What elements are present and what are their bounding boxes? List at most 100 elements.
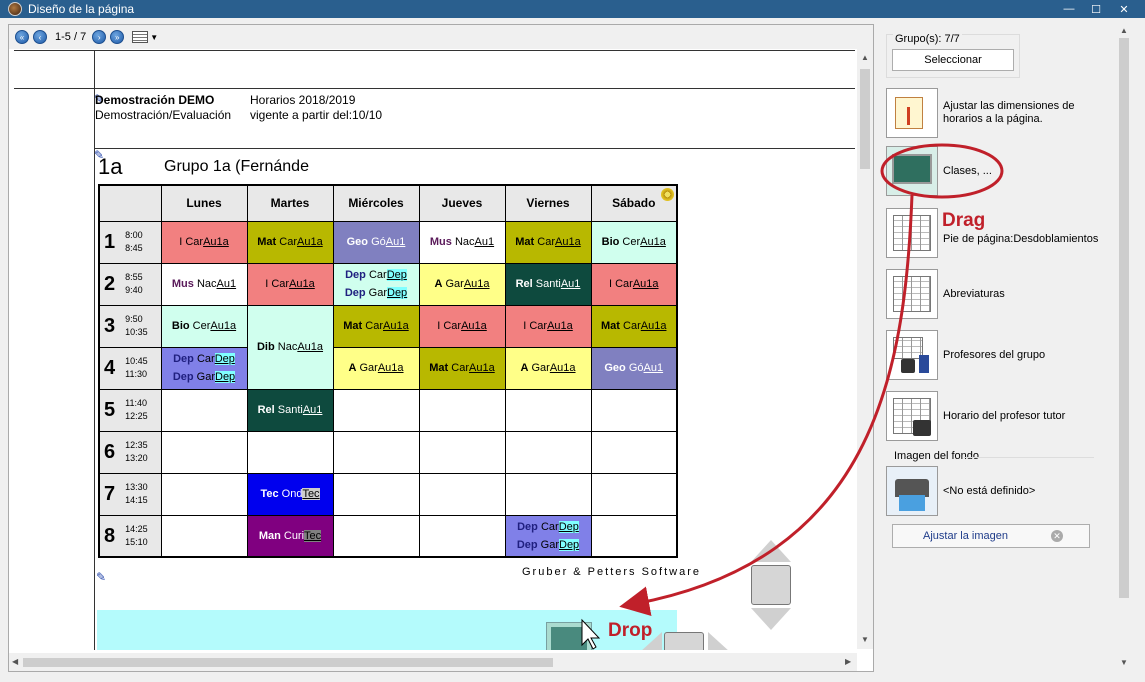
lesson-cell[interactable]: Mus NacAu1 [418,220,506,264]
lesson-cell[interactable] [418,514,506,558]
lesson-cell[interactable] [504,388,592,432]
lesson-cell[interactable]: Rel SantiAu1 [246,388,334,432]
lesson-cell[interactable] [332,430,420,474]
panel-item-abbreviations[interactable]: Abreviaturas [886,269,1111,319]
lesson-cell[interactable]: I CarAu1a [160,220,248,264]
lesson-room: Au1a [555,236,581,248]
lesson-cell[interactable] [418,430,506,474]
lesson-cell[interactable]: Mat CarAu1a [332,304,420,348]
maximize-button[interactable]: ☐ [1082,0,1110,18]
lesson-cell[interactable]: Mat CarAu1a [246,220,334,264]
lesson-cell[interactable] [504,472,592,516]
horizontal-position-handle[interactable] [664,632,704,650]
lesson-entry: Bio CerAu1a [162,317,246,335]
lesson-cell[interactable] [418,388,506,432]
panel-item-group-teachers[interactable]: Profesores del grupo [886,330,1111,380]
lesson-cell[interactable]: Bio CerAu1a [590,220,678,264]
lesson-cell[interactable] [590,472,678,516]
lesson-cell[interactable]: A GarAu1a [332,346,420,390]
lesson-cell[interactable] [246,430,334,474]
lesson-cell[interactable]: I CarAu1a [590,262,678,306]
lesson-teacher: Cer [622,236,641,248]
next-page-icon[interactable]: › [92,30,107,44]
lesson-cell[interactable]: Rel SantiAu1 [504,262,592,306]
page-position-handle[interactable] [751,565,791,605]
lesson-entry: I CarAu1a [248,275,332,293]
lesson-cell[interactable]: Geo GóAu1 [332,220,420,264]
lesson-cell[interactable] [504,430,592,474]
close-button[interactable]: ✕ [1110,0,1138,18]
lesson-cell[interactable]: Dib NacAu1a [246,304,334,390]
horizontal-scrollbar[interactable]: ◀ ▶ [9,653,857,671]
background-image-picker[interactable]: <No está definido> [886,466,1111,516]
school-subtitle: Demostración/Evaluación [95,108,232,122]
first-page-icon[interactable]: « [15,30,29,44]
lesson-cell[interactable]: Man CuriTec [246,514,334,558]
lesson-room: Au1a [297,236,323,248]
lesson-cell[interactable] [160,388,248,432]
page-view-icon[interactable] [132,31,149,43]
lesson-entry: Dib NacAu1a [248,338,332,356]
lesson-cell[interactable]: Mat CarAu1a [504,220,592,264]
scroll-up-arrow-icon[interactable] [751,540,791,562]
period-start: 10:45 [125,356,148,366]
day-header: Sábado [590,184,678,222]
scroll-down-arrow-icon[interactable] [751,608,791,630]
panel-item-footer[interactable]: Pie de página:Desdoblamientos [886,208,1111,258]
previous-page-icon[interactable]: ‹ [33,30,47,44]
scroll-right-arrow-icon[interactable] [708,632,730,650]
period-end: 9:40 [125,285,143,295]
dragged-chalkboard-icon [546,622,592,650]
lesson-teacher: Gar [531,362,550,374]
lesson-cell[interactable]: Geo GóAu1 [590,346,678,390]
last-page-icon[interactable]: » [110,30,125,44]
panel-scrollbar[interactable]: ▲ ▼ [1116,24,1132,672]
vertical-scroll-thumb[interactable] [860,69,870,169]
lesson-cell[interactable] [160,514,248,558]
group-code: 1a [98,154,123,179]
lesson-cell[interactable] [332,388,420,432]
lesson-cell[interactable]: Mat CarAu1a [418,346,506,390]
lesson-cell[interactable]: Dep CarDep Dep GarDep [504,514,592,558]
lesson-cell[interactable]: Mat CarAu1a [590,304,678,348]
edit-footer-icon[interactable]: ✎ [96,570,106,584]
lesson-cell[interactable]: I CarAu1a [504,304,592,348]
lesson-cell[interactable] [332,472,420,516]
panel-item-classes[interactable]: Clases, ... [886,146,1111,196]
lesson-cell[interactable]: A GarAu1a [418,262,506,306]
lesson-cell[interactable] [332,514,420,558]
panel-item-fit-page[interactable]: Ajustar las dimensiones de horarios a la… [886,88,1111,138]
gear-icon[interactable] [661,188,674,201]
chevron-down-icon[interactable]: ▼ [150,33,158,42]
lesson-cell[interactable]: I CarAu1a [418,304,506,348]
panel-scroll-thumb[interactable] [1119,38,1129,598]
lesson-cell[interactable] [418,472,506,516]
period-start: 8:55 [125,272,143,282]
lesson-cell[interactable] [590,430,678,474]
lesson-cell[interactable] [590,388,678,432]
lesson-cell[interactable]: Bio CerAu1a [160,304,248,348]
lesson-teacher: Curi [283,529,305,542]
lesson-cell[interactable]: I CarAu1a [246,262,334,306]
lesson-subject: Mat [343,320,363,332]
lesson-cell[interactable]: Tec OndTec [246,472,334,516]
adjust-image-button[interactable]: Ajustar la imagen ✕ [892,524,1090,548]
lesson-cell[interactable] [160,472,248,516]
minimize-button[interactable]: — [1055,0,1083,18]
lesson-cell[interactable] [160,430,248,474]
clear-icon[interactable]: ✕ [1051,530,1063,542]
period-number: 5 [104,399,116,421]
lesson-cell[interactable]: Mus NacAu1 [160,262,248,306]
lesson-cell[interactable] [590,514,678,558]
lesson-cell[interactable]: Dep CarDep Dep GarDep [160,346,248,390]
panel-item-tutor-schedule[interactable]: Horario del profesor tutor [886,391,1111,441]
select-groups-button[interactable]: Seleccionar [892,49,1014,71]
lesson-room: Au1 [560,278,581,290]
lesson-subject: Mat [429,362,449,374]
horizontal-scroll-thumb[interactable] [23,658,553,667]
lesson-cell[interactable]: Dep CarDep Dep GarDep [332,262,420,306]
lesson-entry: Mat CarAu1a [506,233,590,251]
vertical-scrollbar[interactable]: ▲ ▼ [857,49,873,649]
lesson-subject: I [608,278,613,290]
lesson-cell[interactable]: A GarAu1a [504,346,592,390]
